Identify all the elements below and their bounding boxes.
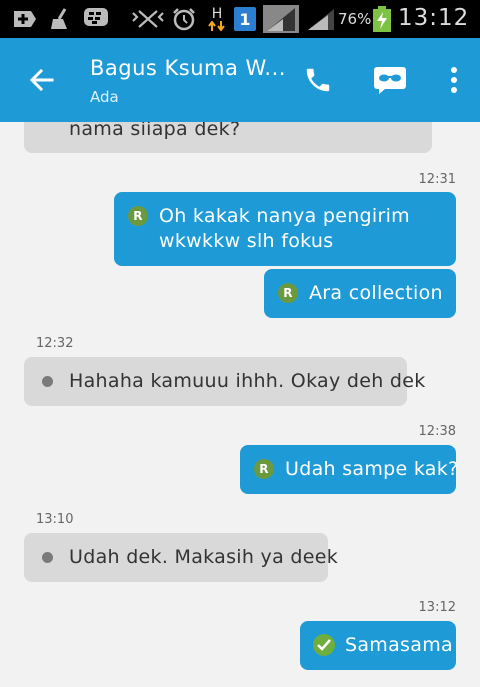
read-status-icon: R <box>254 459 274 479</box>
alarm-icon <box>170 7 198 31</box>
more-vert-icon <box>451 67 457 93</box>
contact-status: Ada <box>90 88 119 106</box>
outgoing-message[interactable]: R Oh kakak nanya pengirim wkwkkw slh fok… <box>114 192 456 266</box>
mask-icon <box>374 67 406 94</box>
status-dot-icon <box>42 376 53 387</box>
timestamp: 12:31 <box>418 172 456 187</box>
outgoing-message[interactable]: R Udah sampe kak? <box>240 445 459 494</box>
bbm-icon <box>82 7 110 31</box>
broom-icon <box>46 7 74 31</box>
status-dot-icon <box>42 552 53 563</box>
bbm-voice-button[interactable] <box>370 60 410 100</box>
message-text: Udah dek. Makasih ya deek <box>69 546 339 568</box>
read-status-icon: R <box>278 283 298 303</box>
add-icon <box>10 7 38 31</box>
delivered-check-icon <box>313 634 335 656</box>
outgoing-message[interactable]: R Ara collection <box>264 269 456 318</box>
outgoing-message[interactable]: Samasama <box>300 621 456 670</box>
read-status-icon: R <box>128 206 148 226</box>
message-list[interactable]: nama siiapa dek? 12:31 R Oh kakak nanya … <box>0 122 480 687</box>
message-text: Hahaha kamuuu ihhh. Okay deh dek <box>69 370 426 392</box>
incoming-message[interactable]: nama siiapa dek? <box>24 122 432 153</box>
message-text-line-1: Oh kakak nanya pengirim <box>159 205 410 227</box>
list-bottom-spacer <box>0 674 480 687</box>
message-text-line-2: wkwkkw slh fokus <box>159 230 334 252</box>
timestamp: 12:38 <box>418 424 456 439</box>
vibrate-icon <box>130 7 166 31</box>
timestamp: 12:32 <box>36 336 74 351</box>
message-text: Ara collection <box>309 282 443 304</box>
arrow-back-icon <box>29 68 54 92</box>
clock: 13:12 <box>398 5 470 31</box>
overflow-menu-button[interactable] <box>434 60 474 100</box>
battery-percent: 76% <box>338 10 372 28</box>
back-button[interactable] <box>22 60 62 100</box>
message-text: Udah sampe kak? <box>285 458 459 480</box>
timestamp: 13:12 <box>418 600 456 615</box>
signal-icon-2 <box>306 7 336 31</box>
sim1-icon: 1 <box>233 7 257 31</box>
phone-icon <box>306 68 330 92</box>
message-text: Samasama <box>345 634 453 656</box>
chat-header: Bagus Ksuma W... Ada <box>0 38 480 122</box>
battery-charging-icon <box>371 6 393 32</box>
data-h-icon: H <box>206 7 228 31</box>
signal-icon <box>262 5 300 33</box>
incoming-message[interactable]: Hahaha kamuuu ihhh. Okay deh dek <box>24 357 425 406</box>
call-button[interactable] <box>298 60 338 100</box>
status-bar: H 1 76% 13:12 <box>0 0 480 38</box>
timestamp: 13:10 <box>36 512 74 527</box>
contact-name[interactable]: Bagus Ksuma W... <box>90 56 286 80</box>
message-text: nama siiapa dek? <box>69 122 241 140</box>
incoming-message[interactable]: Udah dek. Makasih ya deek <box>24 533 338 582</box>
